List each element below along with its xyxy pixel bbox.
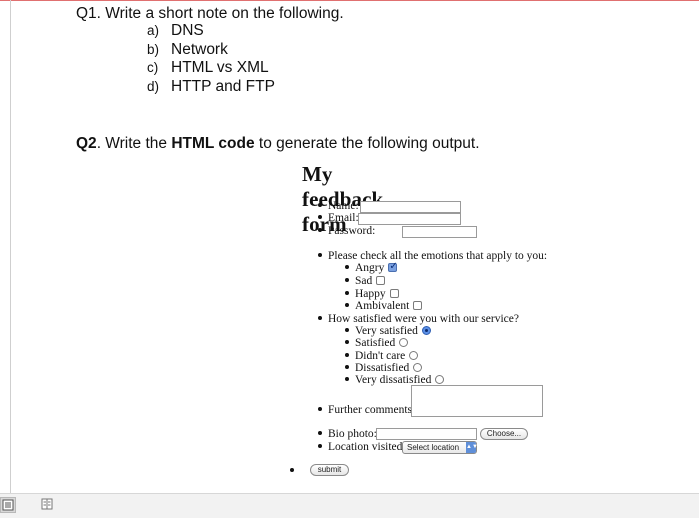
bullet-icon — [345, 377, 349, 382]
document-page: Q1. Write a short note on the following.… — [0, 0, 699, 493]
location-label: Location visited: — [328, 441, 406, 453]
submit-row — [290, 465, 300, 478]
very-satisfied-radio[interactable] — [421, 325, 431, 335]
bullet-icon — [318, 444, 322, 449]
q2-bold-text: HTML code — [171, 135, 255, 152]
select-arrows-icon: ▲▼ — [466, 442, 478, 453]
location-row: Location visited: — [318, 441, 406, 454]
q2-heading: Q2. Write the HTML code to generate the … — [76, 135, 480, 153]
satisfaction-label: Dissatisfied — [355, 362, 410, 374]
q2-text-1: . Write the — [96, 135, 172, 152]
emotion-label: Angry — [355, 262, 385, 274]
q2-text-2: to generate the following output. — [254, 135, 480, 152]
satisfaction-label: Satisfied — [355, 337, 396, 349]
list-text: HTTP and FTP — [171, 77, 275, 95]
list-marker: b) — [147, 41, 160, 57]
submit-button[interactable]: submit — [310, 464, 349, 476]
satisfaction-question-label: How satisfied were you with our service? — [328, 313, 519, 325]
status-bar — [0, 493, 699, 518]
comments-label: Further comments: — [328, 404, 416, 416]
bullet-icon — [345, 328, 349, 333]
emotion-label: Ambivalent — [355, 300, 410, 312]
satisfaction-label: Very satisfied — [355, 325, 418, 337]
bullet-icon — [318, 253, 322, 258]
list-item: c) HTML vs XML — [147, 59, 275, 78]
bullet-icon — [345, 303, 349, 308]
email-label: Email: — [328, 212, 359, 224]
location-select-value: Select location — [407, 443, 460, 452]
bullet-icon — [345, 265, 349, 270]
list-item: b) Network — [147, 41, 275, 60]
bullet-icon — [318, 228, 322, 233]
bullet-icon — [318, 203, 322, 208]
satisfied-radio[interactable] — [399, 337, 409, 347]
bullet-icon — [345, 340, 349, 345]
list-text: Network — [171, 40, 228, 58]
password-row: Password: — [318, 225, 375, 238]
sad-checkbox[interactable] — [376, 275, 386, 285]
emotion-item-angry: Angry — [345, 260, 398, 275]
comments-row: Further comments: — [318, 404, 415, 417]
ambivalent-checkbox[interactable] — [413, 300, 423, 310]
q1-heading: Q1. Write a short note on the following. — [76, 5, 344, 22]
angry-checkbox[interactable] — [388, 260, 398, 273]
emotion-label: Sad — [355, 275, 373, 287]
bullet-icon — [345, 291, 349, 296]
emotions-question-label: Please check all the emotions that apply… — [328, 250, 548, 262]
happy-checkbox[interactable] — [389, 288, 399, 298]
q2-number: Q2 — [76, 135, 97, 152]
didnt-care-radio[interactable] — [409, 350, 419, 360]
list-text: HTML vs XML — [171, 59, 269, 76]
list-item: d) HTTP and FTP — [147, 78, 275, 97]
web-layout-view-icon[interactable] — [40, 497, 56, 513]
bio-photo-field[interactable] — [376, 428, 477, 440]
very-dissatisfied-radio[interactable] — [435, 374, 445, 384]
bullet-icon — [345, 365, 349, 370]
comments-textarea[interactable] — [411, 385, 543, 417]
bullet-icon — [290, 468, 294, 473]
bio-photo-row: Bio photo: — [318, 428, 377, 441]
bullet-icon — [318, 431, 322, 436]
satisfaction-item: Satisfied — [345, 337, 409, 350]
print-layout-view-icon[interactable] — [0, 497, 16, 513]
satisfaction-label: Didn't care — [355, 350, 406, 362]
email-row: Email: — [318, 212, 359, 225]
list-marker: c) — [147, 60, 159, 75]
list-text: DNS — [171, 22, 204, 39]
dissatisfied-radio[interactable] — [413, 362, 423, 372]
bullet-icon — [318, 407, 322, 412]
email-field[interactable] — [358, 213, 461, 225]
bullet-icon — [345, 353, 349, 358]
location-select[interactable]: Select location ▲▼ — [402, 441, 478, 454]
list-marker: d) — [147, 78, 160, 94]
emotion-item-sad: Sad — [345, 275, 386, 288]
choose-file-button[interactable]: Choose... — [480, 428, 528, 440]
password-label: Password: — [328, 225, 376, 237]
name-label: Name: — [328, 200, 359, 212]
q1-list: a) DNS b) Network c) HTML vs XML d) HTTP and… — [147, 22, 275, 96]
bullet-icon — [318, 215, 322, 220]
password-field[interactable] — [402, 226, 477, 238]
list-marker: a) — [147, 23, 160, 38]
bullet-icon — [345, 278, 349, 283]
bullet-icon — [318, 316, 322, 321]
name-field[interactable] — [360, 201, 461, 213]
list-item: a) DNS — [147, 22, 275, 41]
emotion-item-ambivalent: Ambivalent — [345, 300, 423, 313]
emotion-label: Happy — [355, 288, 386, 300]
bio-photo-label: Bio photo: — [328, 428, 377, 440]
